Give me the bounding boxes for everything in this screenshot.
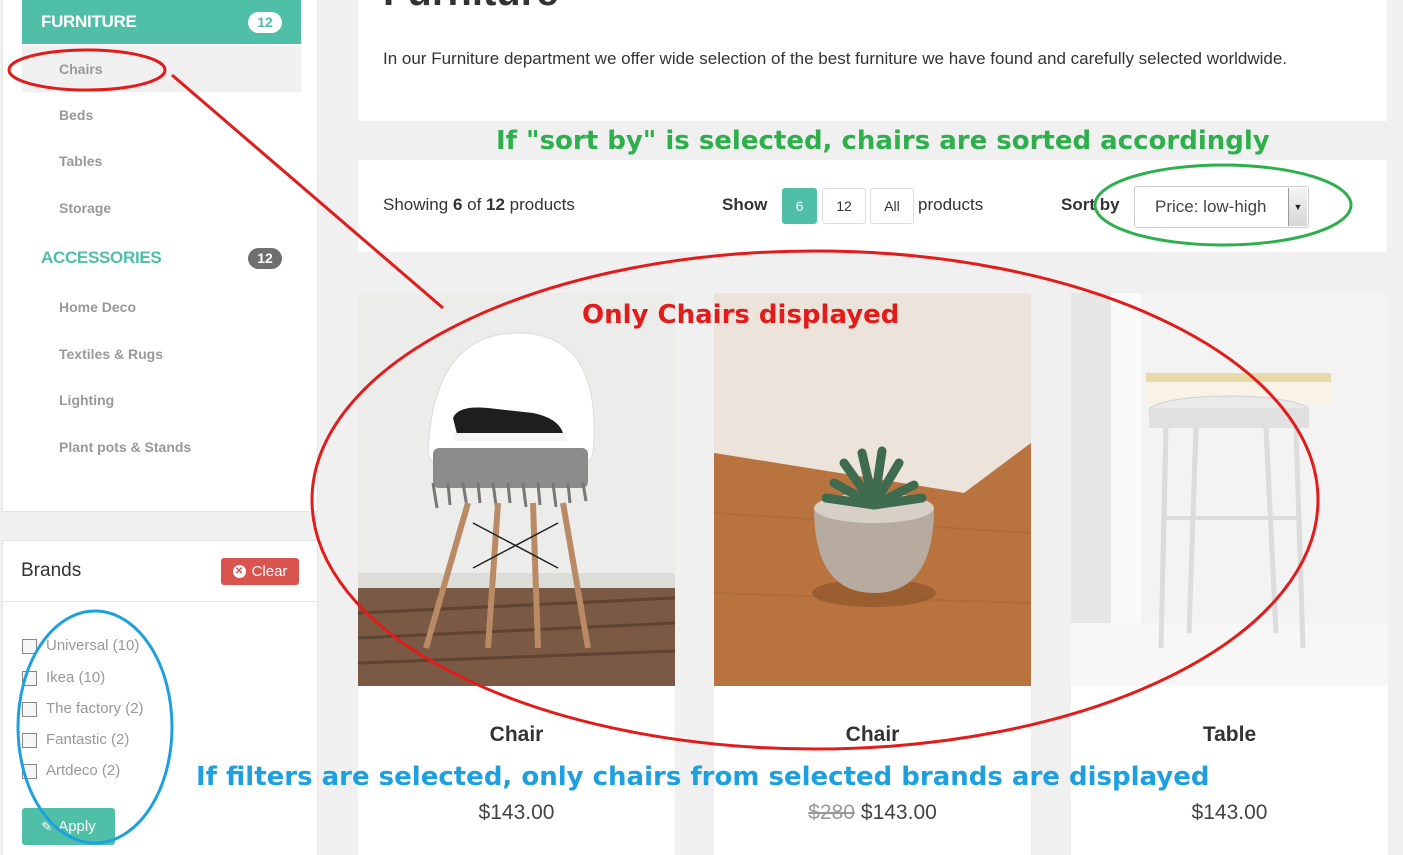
page-description: In our Furniture department we offer wid…	[383, 49, 1288, 68]
subcategory-lighting[interactable]: Lighting	[22, 377, 301, 423]
showing-current: 6	[452, 195, 463, 214]
category-furniture-count: 12	[248, 11, 282, 33]
category-intro: Furniture In our Furniture department we…	[358, 0, 1387, 121]
stool-image	[1071, 293, 1388, 686]
category-furniture-label: FURNITURE	[41, 12, 137, 31]
category-panel: FURNITURE 12 Chairs Beds Tables Storage …	[2, 0, 318, 512]
product-price: $280 $143.00	[714, 801, 1031, 825]
product-title[interactable]: Chair	[358, 723, 675, 747]
brands-panel: Brands ✕ Clear Universal (10) Ikea (10) …	[2, 540, 318, 855]
checkbox[interactable]	[22, 764, 37, 779]
showing-prefix: Showing	[383, 195, 453, 214]
subcategory-chairs[interactable]: Chairs	[22, 46, 301, 92]
brand-filter-universal[interactable]: Universal (10)	[22, 636, 139, 654]
pencil-icon: ✎	[41, 818, 53, 834]
brand-label: Fantastic (2)	[46, 730, 130, 748]
subcategory-beds[interactable]: Beds	[22, 92, 301, 138]
page-size-6-button[interactable]: 6	[782, 188, 817, 224]
products-toolbar: Showing 6 of 12 products Show 6 12 All p…	[358, 160, 1387, 252]
annotation-chairs-note: Only Chairs displayed	[582, 300, 900, 330]
category-furniture[interactable]: FURNITURE 12	[22, 0, 301, 44]
subcategory-tables[interactable]: Tables	[22, 138, 301, 184]
category-accessories[interactable]: ACCESSORIES 12	[22, 238, 301, 278]
annotation-filters-note: If filters are selected, only chairs fro…	[196, 762, 1210, 792]
product-old-price: $280	[808, 801, 855, 824]
brand-filter-fantastic[interactable]: Fantastic (2)	[22, 730, 129, 748]
brand-label: Artdeco (2)	[46, 761, 121, 779]
subcategory-textiles-rugs[interactable]: Textiles & Rugs	[22, 331, 301, 377]
brand-label: The factory (2)	[46, 699, 144, 717]
close-circle-icon: ✕	[232, 564, 246, 578]
sort-by-label: Sort by	[1061, 195, 1120, 214]
product-current-price: $143.00	[860, 801, 937, 824]
brand-label: Ikea (10)	[46, 668, 106, 686]
chair-image	[358, 293, 675, 686]
subcategory-plant-pots[interactable]: Plant pots & Stands	[22, 424, 301, 470]
show-label: Show	[722, 195, 768, 214]
apply-button[interactable]: ✎ Apply	[22, 808, 115, 845]
subcategory-storage[interactable]: Storage	[22, 185, 301, 231]
checkbox[interactable]	[22, 671, 37, 686]
sort-select[interactable]: Price: low-high ▼	[1134, 186, 1309, 228]
products-label: products	[918, 195, 984, 214]
checkbox[interactable]	[22, 702, 37, 717]
brand-filter-ikea[interactable]: Ikea (10)	[22, 668, 105, 686]
annotation-sort-note: If "sort by" is selected, chairs are sor…	[496, 126, 1270, 156]
brand-label: Universal (10)	[46, 636, 140, 654]
caret-down-icon[interactable]: ▼	[1288, 188, 1307, 226]
showing-suffix: products	[504, 195, 575, 214]
checkbox[interactable]	[22, 639, 37, 654]
showing-count: Showing 6 of 12 products	[383, 195, 575, 215]
product-current-price: $143.00	[478, 801, 555, 824]
category-accessories-count: 12	[248, 247, 282, 269]
product-image[interactable]	[714, 293, 1031, 686]
product-price: $143.00	[358, 801, 675, 825]
product-current-price: $143.00	[1191, 801, 1268, 824]
showing-total: 12	[486, 195, 505, 214]
page-size-12-button[interactable]: 12	[822, 188, 866, 224]
brand-filter-artdeco[interactable]: Artdeco (2)	[22, 761, 120, 779]
product-image[interactable]	[1071, 293, 1388, 686]
showing-of: of	[462, 195, 487, 214]
subcategory-home-deco[interactable]: Home Deco	[22, 284, 301, 330]
clear-button[interactable]: ✕ Clear	[221, 557, 299, 585]
sort-select-value: Price: low-high	[1155, 197, 1267, 216]
clear-button-label: Clear	[251, 562, 288, 580]
product-title[interactable]: Chair	[714, 723, 1031, 747]
brands-header: Brands ✕ Clear	[3, 541, 317, 602]
page-size-all-button[interactable]: All	[870, 188, 914, 224]
product-title[interactable]: Table	[1071, 723, 1388, 747]
product-image[interactable]	[358, 293, 675, 686]
checkbox[interactable]	[22, 733, 37, 748]
brand-filter-the-factory[interactable]: The factory (2)	[22, 699, 144, 717]
succulent-image	[714, 293, 1031, 686]
brands-title: Brands	[21, 560, 82, 581]
apply-button-label: Apply	[58, 818, 96, 835]
page-title: Furniture	[383, 0, 559, 15]
category-accessories-label: ACCESSORIES	[41, 248, 162, 267]
product-price: $143.00	[1071, 801, 1388, 825]
